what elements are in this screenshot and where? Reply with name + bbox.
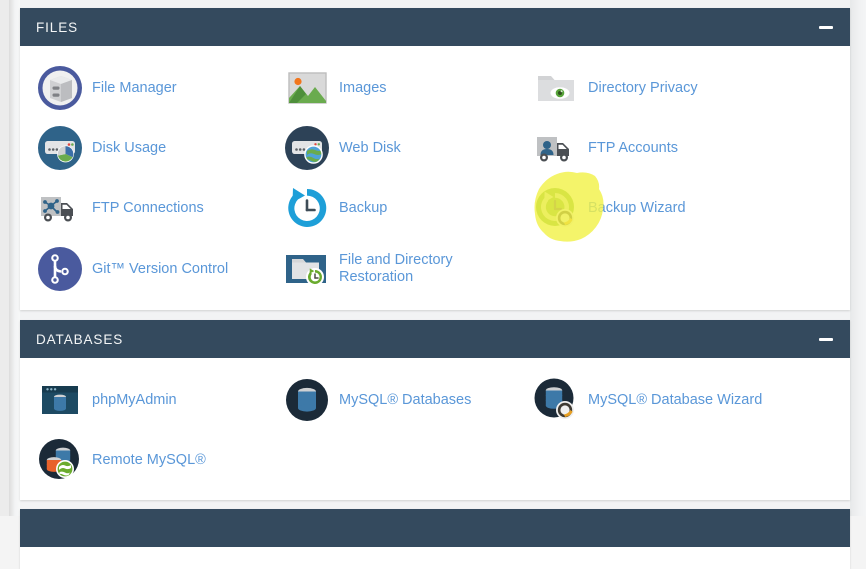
grid-cell: Backup Wizard [520, 178, 770, 238]
images-icon [284, 65, 330, 111]
grid-cell: phpMyAdmin [20, 370, 270, 430]
app-link-mysql-database-wizard[interactable]: MySQL® Database Wizard [533, 377, 762, 423]
left-gutter-shadow [9, 0, 20, 516]
app-label: Directory Privacy [588, 79, 698, 96]
phpmyadmin-icon [37, 377, 83, 423]
app-label: File and Directory Restoration [339, 252, 453, 285]
grid-cell: Remote MySQL® [20, 430, 270, 490]
grid-cell: FTP Connections [20, 178, 270, 238]
databases-section-body: phpMyAdmin MySQL® Databases MySQL® Datab… [20, 358, 850, 500]
app-link-images[interactable]: Images [284, 65, 387, 111]
collapse-files-button[interactable] [818, 19, 834, 35]
files-section-header[interactable]: FILES [20, 8, 850, 46]
file-directory-restoration-icon [284, 246, 330, 292]
app-link-ftp-connections[interactable]: FTP Connections [37, 185, 204, 231]
grid-cell: Web Disk [270, 118, 520, 178]
app-label: MySQL® Databases [339, 391, 472, 408]
grid-cell [270, 430, 520, 490]
app-link-ftp-accounts[interactable]: FTP Accounts [533, 125, 678, 171]
grid-cell: Directory Privacy [520, 58, 770, 118]
next-section-card [20, 509, 850, 569]
app-link-phpmyadmin[interactable]: phpMyAdmin [37, 377, 177, 423]
git-version-control-icon [37, 246, 83, 292]
directory-privacy-icon [533, 65, 579, 111]
app-link-disk-usage[interactable]: Disk Usage [37, 125, 166, 171]
databases-section-card: DATABASES phpMyAdmin MySQL® Databases My… [20, 320, 850, 500]
right-gutter-shadow [850, 0, 866, 516]
grid-cell: Git™ Version Control [20, 238, 270, 300]
grid-cell: Backup [270, 178, 520, 238]
files-row-3: FTP Connections Backup Backup Wizard [20, 178, 850, 238]
files-section-body: File Manager Images Directory Privacy Di… [20, 46, 850, 310]
app-link-file-and-directory-restoration[interactable]: File and Directory Restoration [284, 246, 469, 292]
web-disk-icon [284, 125, 330, 171]
databases-section-header[interactable]: DATABASES [20, 320, 850, 358]
grid-cell: FTP Accounts [520, 118, 770, 178]
files-section-card: FILES File Manager Images Directory Priv… [20, 8, 850, 310]
grid-cell: File Manager [20, 58, 270, 118]
app-link-remote-mysql[interactable]: Remote MySQL® [37, 437, 206, 483]
backup-icon [284, 185, 330, 231]
app-label: Disk Usage [92, 139, 167, 156]
cpanel-page: FILES File Manager Images Directory Priv… [0, 0, 866, 569]
grid-cell: MySQL® Database Wizard [520, 370, 770, 430]
mysql-database-wizard-icon [533, 377, 579, 423]
ftp-connections-icon [37, 185, 83, 231]
databases-section-title: DATABASES [36, 331, 124, 347]
files-row-4: Git™ Version Control File and Directory … [20, 238, 850, 300]
file-manager-icon [37, 65, 83, 111]
app-label: Images [339, 79, 387, 96]
app-link-git-version-control[interactable]: Git™ Version Control [37, 246, 228, 292]
disk-usage-icon [37, 125, 83, 171]
app-link-backup[interactable]: Backup [284, 185, 387, 231]
collapse-databases-button[interactable] [818, 331, 834, 347]
grid-cell [520, 430, 770, 490]
remote-mysql-icon [37, 437, 83, 483]
ftp-accounts-icon [533, 125, 579, 171]
grid-cell: Images [270, 58, 520, 118]
grid-cell [520, 238, 770, 300]
app-label: Git™ Version Control [92, 260, 229, 277]
app-label: Remote MySQL® [92, 451, 206, 468]
app-link-mysql-databases[interactable]: MySQL® Databases [284, 377, 471, 423]
app-link-backup-wizard[interactable]: Backup Wizard [533, 185, 686, 231]
grid-cell: MySQL® Databases [270, 370, 520, 430]
files-row-1: File Manager Images Directory Privacy [20, 58, 850, 118]
databases-row-2: Remote MySQL® [20, 430, 850, 490]
app-label: Backup [339, 199, 388, 216]
app-label: Web Disk [339, 139, 401, 156]
files-row-2: Disk Usage Web Disk FTP Accounts [20, 118, 850, 178]
databases-row-1: phpMyAdmin MySQL® Databases MySQL® Datab… [20, 370, 850, 430]
left-gutter [0, 0, 9, 516]
backup-wizard-icon [533, 185, 579, 231]
mysql-databases-icon [284, 377, 330, 423]
next-section-header[interactable] [20, 509, 850, 547]
app-link-directory-privacy[interactable]: Directory Privacy [533, 65, 698, 111]
app-label: MySQL® Database Wizard [588, 391, 763, 408]
grid-cell: Disk Usage [20, 118, 270, 178]
files-section-title: FILES [36, 19, 79, 35]
app-link-file-manager[interactable]: File Manager [37, 65, 177, 111]
app-label: File Manager [92, 79, 177, 96]
app-label: FTP Connections [92, 199, 204, 216]
grid-cell: File and Directory Restoration [270, 238, 520, 300]
app-label: phpMyAdmin [92, 391, 177, 408]
app-label: FTP Accounts [588, 139, 678, 156]
app-label: Backup Wizard [588, 199, 686, 216]
app-link-web-disk[interactable]: Web Disk [284, 125, 401, 171]
